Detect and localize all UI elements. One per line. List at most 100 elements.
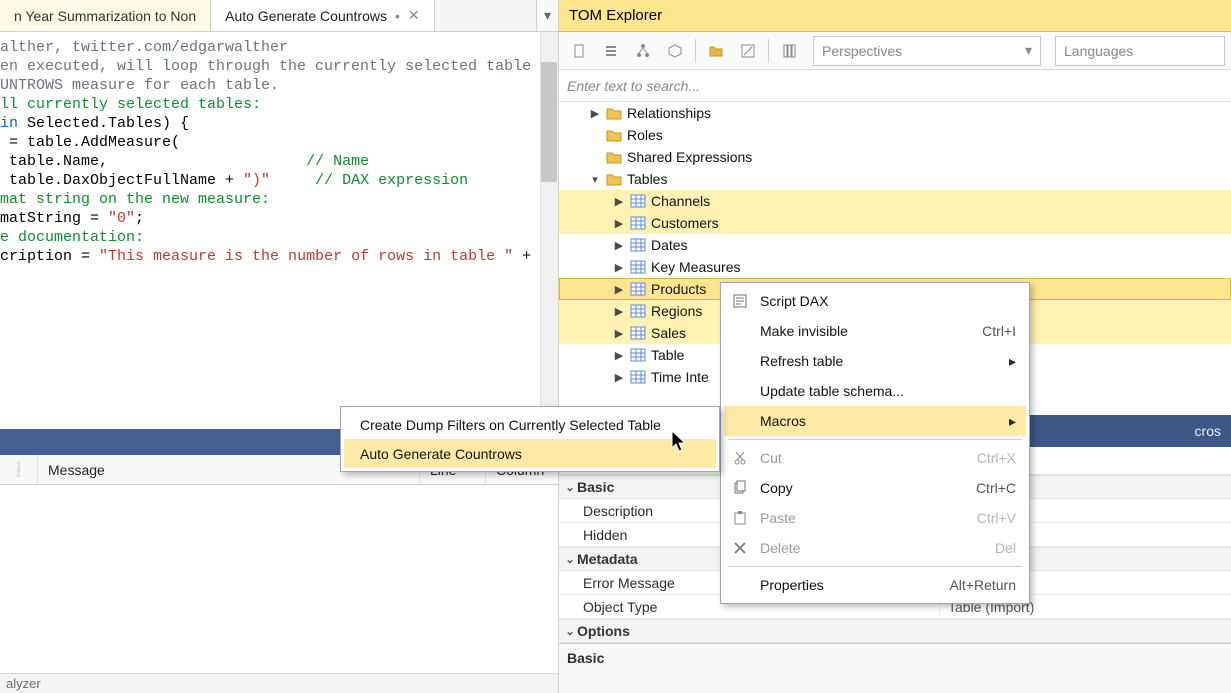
- columns-icon[interactable]: [775, 37, 803, 65]
- expand-toggle[interactable]: ▶: [589, 107, 601, 120]
- expand-toggle[interactable]: ▶: [613, 261, 625, 274]
- tree-item-label: Key Measures: [651, 259, 740, 275]
- prop-group-options[interactable]: ⌄Options: [559, 619, 1231, 643]
- tree-item-key-measures[interactable]: ▶ Key Measures: [559, 256, 1231, 278]
- expand-toggle[interactable]: ▶: [613, 305, 625, 318]
- chevron-down-icon: ▾: [1025, 42, 1032, 59]
- mouse-cursor: [671, 430, 689, 454]
- view-list-icon[interactable]: [597, 37, 625, 65]
- tab-macros-right[interactable]: cros: [1185, 418, 1231, 444]
- table-icon: [629, 304, 647, 318]
- tree-item-label: Customers: [651, 215, 719, 231]
- menu-item-label: Copy: [760, 480, 793, 496]
- languages-dropdown[interactable]: Languages: [1055, 36, 1225, 66]
- scrollbar-thumb[interactable]: [541, 62, 557, 182]
- tab-overflow-button[interactable]: ▾: [536, 0, 558, 31]
- delete-icon: [730, 540, 750, 556]
- code-editor[interactable]: alther, twitter.com/edgarwaltheren execu…: [0, 32, 558, 429]
- cut-icon: [730, 450, 750, 466]
- tab-summarization[interactable]: n Year Summarization to Non: [0, 0, 211, 31]
- tree-item-label: Products: [651, 281, 706, 297]
- menu-item-label: Paste: [760, 510, 796, 526]
- tab-countrows[interactable]: Auto Generate Countrows • ✕: [211, 0, 435, 31]
- tree-item-roles[interactable]: Roles: [559, 124, 1231, 146]
- menu-item-label: Macros: [760, 413, 806, 429]
- submenu-arrow-icon: ▸: [1009, 413, 1016, 430]
- submenu-item[interactable]: Auto Generate Countrows: [344, 439, 716, 468]
- folder-icon: [605, 106, 623, 120]
- code-line: table.Name, // Name: [0, 152, 558, 171]
- menu-item-refresh-table[interactable]: Refresh table▸: [724, 346, 1026, 376]
- table-icon: [629, 194, 647, 208]
- expand-toggle[interactable]: ⌄: [563, 553, 577, 566]
- tree-item-label: Roles: [627, 127, 663, 143]
- edit-icon[interactable]: [734, 37, 762, 65]
- table-icon: [629, 282, 647, 296]
- expand-toggle[interactable]: ▶: [613, 217, 625, 230]
- view-tree-icon[interactable]: [629, 37, 657, 65]
- menu-item-copy[interactable]: CopyCtrl+C: [724, 473, 1026, 503]
- level-icon: ❕: [10, 461, 27, 478]
- folder-icon: [605, 150, 623, 164]
- code-line: e documentation:: [0, 228, 558, 247]
- analyzer-tab[interactable]: alyzer: [0, 673, 558, 693]
- tree-item-shared-expressions[interactable]: Shared Expressions: [559, 146, 1231, 168]
- submenu-arrow-icon: ▸: [1009, 353, 1016, 370]
- menu-item-label: Cut: [760, 450, 782, 466]
- expand-toggle[interactable]: ▶: [613, 195, 625, 208]
- tab-label: n Year Summarization to Non: [14, 8, 196, 24]
- expand-toggle[interactable]: ▶: [613, 239, 625, 252]
- menu-separator: [728, 439, 1022, 440]
- tree-item-label: Tables: [627, 171, 667, 187]
- vertical-scrollbar[interactable]: [540, 32, 558, 429]
- menu-separator: [728, 566, 1022, 567]
- menu-item-make-invisible[interactable]: Make invisibleCtrl+I: [724, 316, 1026, 346]
- tree-item-label: Table: [651, 347, 684, 363]
- expand-toggle[interactable]: ▶: [613, 349, 625, 362]
- dropdown-placeholder: Languages: [1064, 43, 1133, 59]
- tree-item-label: Time Inte: [651, 369, 709, 385]
- copy-icon: [730, 480, 750, 496]
- menu-item-update-table-schema-[interactable]: Update table schema...: [724, 376, 1026, 406]
- tree-item-relationships[interactable]: ▶Relationships: [559, 102, 1231, 124]
- expand-toggle[interactable]: ▶: [613, 327, 625, 340]
- menu-item-paste: PasteCtrl+V: [724, 503, 1026, 533]
- menu-item-properties[interactable]: PropertiesAlt+Return: [724, 570, 1026, 600]
- tree-item-tables[interactable]: ▾ Tables: [559, 168, 1231, 190]
- tree-item-customers[interactable]: ▶ Customers: [559, 212, 1231, 234]
- script-icon: [730, 293, 750, 309]
- tree-item-channels[interactable]: ▶ Channels: [559, 190, 1231, 212]
- table-icon: [629, 238, 647, 252]
- perspectives-dropdown[interactable]: Perspectives ▾: [813, 36, 1041, 66]
- view-single-icon[interactable]: [565, 37, 593, 65]
- expand-toggle[interactable]: ▶: [613, 283, 625, 296]
- menu-item-macros[interactable]: Macros ▸: [724, 406, 1026, 436]
- context-menu[interactable]: Script DAX Make invisibleCtrl+IRefresh ta…: [720, 282, 1030, 604]
- menu-item-label: Script DAX: [760, 293, 828, 309]
- folder-icon: [605, 172, 623, 186]
- macros-submenu[interactable]: Create Dump Filters on Currently Selecte…: [340, 406, 720, 472]
- tree-item-dates[interactable]: ▶Dates: [559, 234, 1231, 256]
- code-line: UNTROWS measure for each table.: [0, 76, 558, 95]
- close-icon[interactable]: ✕: [408, 7, 420, 24]
- menu-item-cut: CutCtrl+X: [724, 443, 1026, 473]
- submenu-item[interactable]: Create Dump Filters on Currently Selecte…: [344, 410, 716, 439]
- view-cube-icon[interactable]: [661, 37, 689, 65]
- tree-item-label: Channels: [651, 193, 710, 209]
- menu-item-label: Properties: [760, 577, 824, 593]
- folder-icon[interactable]: [702, 37, 730, 65]
- chevron-down-icon: ▾: [544, 7, 551, 24]
- editor-pane: n Year Summarization to Non Auto Generat…: [0, 0, 559, 693]
- expand-toggle[interactable]: ▾: [589, 173, 601, 186]
- col-icon[interactable]: ❕: [0, 455, 38, 484]
- menu-item-shortcut: Del: [995, 540, 1016, 556]
- expand-toggle[interactable]: ▶: [613, 371, 625, 384]
- menu-item-label: Make invisible: [760, 323, 848, 339]
- code-line: = table.AddMeasure(: [0, 133, 558, 152]
- expand-toggle[interactable]: ⌄: [563, 625, 577, 638]
- tom-search-input[interactable]: Enter text to search...: [559, 70, 1231, 102]
- code-line: in Selected.Tables) {: [0, 114, 558, 133]
- menu-item-label: Auto Generate Countrows: [360, 446, 522, 462]
- expand-toggle[interactable]: ⌄: [563, 481, 577, 494]
- menu-item-script-dax[interactable]: Script DAX: [724, 286, 1026, 316]
